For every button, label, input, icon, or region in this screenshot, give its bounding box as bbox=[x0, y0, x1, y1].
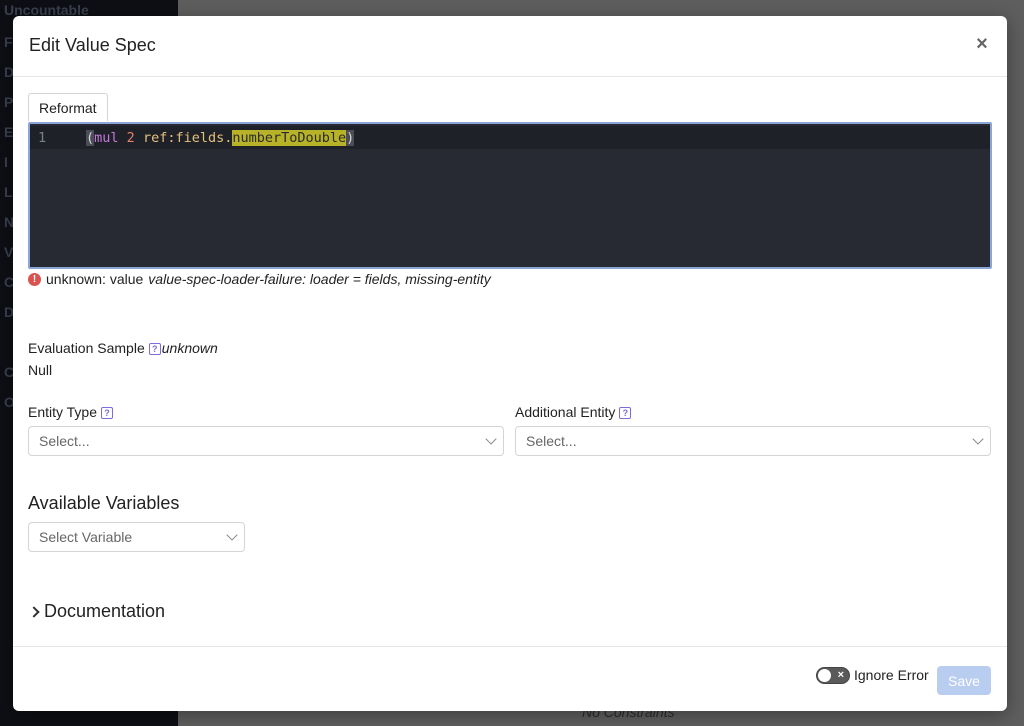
evaluation-sample-text: Evaluation Sample bbox=[28, 340, 145, 356]
additional-entity-text: Additional Entity bbox=[515, 404, 616, 420]
help-icon[interactable]: ? bbox=[619, 407, 632, 420]
number-token: 2 bbox=[126, 130, 135, 146]
evaluation-sample-label: Evaluation Sample? unknown bbox=[28, 340, 218, 356]
line-number: 1 bbox=[38, 130, 47, 146]
modal-footer: × Ignore Error Save bbox=[13, 646, 1007, 711]
ignore-error-label: Ignore Error bbox=[854, 667, 929, 683]
save-button[interactable]: Save bbox=[937, 666, 991, 695]
modal-header: Edit Value Spec × bbox=[13, 16, 1007, 77]
documentation-label: Documentation bbox=[44, 601, 166, 621]
toggle-knob bbox=[818, 669, 831, 682]
edit-value-spec-modal: Edit Value Spec × Reformat 1 (mul 2 ref:… bbox=[13, 16, 1007, 711]
close-paren-token: ) bbox=[346, 130, 355, 146]
reformat-button[interactable]: Reformat bbox=[28, 93, 108, 121]
chevron-right-icon bbox=[28, 605, 40, 618]
help-icon[interactable]: ? bbox=[101, 407, 114, 420]
background-sidebar-line: F bbox=[4, 34, 13, 50]
chevron-down-icon bbox=[226, 529, 238, 541]
entity-type-select[interactable]: Select... bbox=[28, 426, 504, 456]
code-editor[interactable]: 1 (mul 2 ref:fields.numberToDouble) bbox=[28, 122, 992, 269]
select-placeholder: Select Variable bbox=[39, 529, 133, 545]
background-sidebar-line: E bbox=[4, 124, 14, 140]
documentation-toggle[interactable]: Documentation bbox=[28, 601, 165, 622]
background-sidebar-line: I bbox=[4, 154, 8, 170]
select-placeholder: Select... bbox=[526, 433, 577, 449]
entity-type-text: Entity Type bbox=[28, 404, 98, 420]
background-sidebar-line: V bbox=[4, 244, 14, 260]
function-token: mul bbox=[94, 130, 119, 146]
error-message: ! unknown: value value-spec-loader-failu… bbox=[28, 271, 491, 287]
error-prefix: unknown: value bbox=[46, 271, 144, 287]
editor-active-line[interactable]: 1 (mul 2 ref:fields.numberToDouble) bbox=[30, 126, 990, 149]
close-icon[interactable]: × bbox=[971, 33, 993, 55]
modal-title: Edit Value Spec bbox=[29, 35, 156, 55]
additional-entity-select[interactable]: Select... bbox=[515, 426, 991, 456]
available-variables-title: Available Variables bbox=[28, 493, 180, 513]
chevron-down-icon bbox=[972, 433, 984, 445]
entity-type-label: Entity Type? bbox=[28, 404, 114, 420]
background-sidebar-line: L bbox=[4, 184, 13, 200]
open-paren-token: ( bbox=[86, 130, 95, 146]
error-detail: value-spec-loader-failure: loader = fiel… bbox=[148, 271, 491, 287]
additional-entity-label: Additional Entity? bbox=[515, 404, 632, 420]
highlighted-token: numberToDouble bbox=[232, 130, 347, 146]
code-line[interactable]: (mul 2 ref:fields.numberToDouble) bbox=[86, 130, 355, 146]
evaluation-value: Null bbox=[28, 362, 53, 378]
evaluation-status: unknown bbox=[161, 340, 218, 356]
ignore-error-toggle[interactable]: × bbox=[816, 667, 850, 684]
select-variable-dropdown[interactable]: Select Variable bbox=[28, 522, 245, 552]
error-icon: ! bbox=[28, 272, 41, 286]
select-placeholder: Select... bbox=[39, 433, 90, 449]
toggle-off-icon: × bbox=[837, 669, 844, 681]
help-icon[interactable]: ? bbox=[148, 343, 161, 356]
background-sidebar-line: P bbox=[4, 94, 14, 110]
ref-token: ref:fields. bbox=[142, 130, 233, 146]
chevron-down-icon bbox=[485, 433, 497, 445]
